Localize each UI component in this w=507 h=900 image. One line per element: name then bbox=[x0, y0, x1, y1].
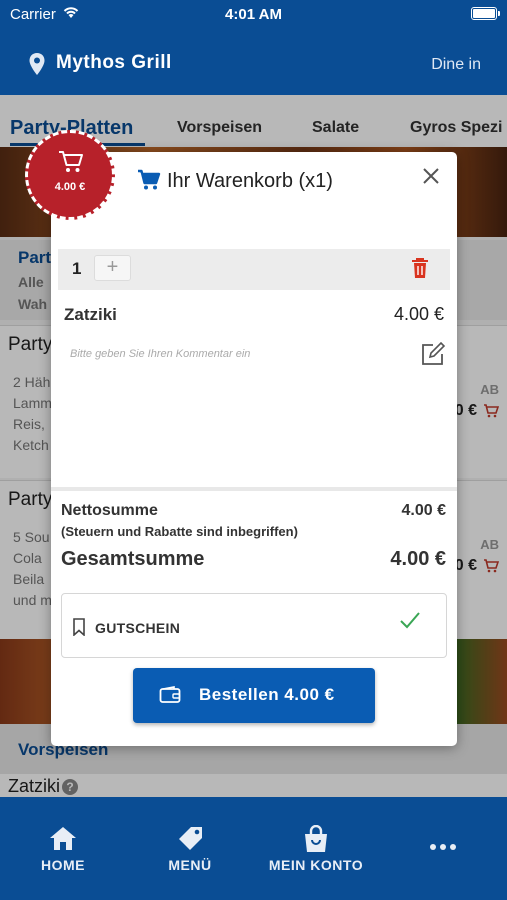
cart-item-price: 4.00 € bbox=[393, 304, 444, 324]
nav-account[interactable]: MEIN KONTO bbox=[253, 797, 379, 900]
bag-icon bbox=[305, 825, 327, 852]
tax-note: (Steuern und Rabatte sind inbegriffen) bbox=[61, 524, 298, 539]
net-total-label: Nettosumme bbox=[61, 502, 158, 519]
close-icon[interactable] bbox=[420, 165, 442, 187]
cart-icon bbox=[59, 151, 83, 172]
nav-label: MEIN KONTO bbox=[268, 857, 364, 873]
battery-icon bbox=[471, 7, 500, 20]
bookmark-icon bbox=[73, 618, 85, 636]
cart-badge-price: 4.00 € bbox=[54, 181, 86, 193]
cart-icon bbox=[138, 169, 161, 190]
edit-icon[interactable] bbox=[420, 341, 446, 367]
comment-input[interactable]: Bitte geben Sie Ihren Kommentar ein bbox=[70, 348, 250, 360]
nav-more[interactable] bbox=[380, 797, 506, 900]
quantity-value: 1 bbox=[72, 259, 82, 278]
tag-icon bbox=[179, 827, 202, 850]
cart-title: Ihr Warenkorb (x1) bbox=[167, 170, 333, 192]
wallet-icon bbox=[159, 686, 181, 703]
grand-total-value: 4.00 € bbox=[390, 548, 446, 570]
location-pin-icon[interactable] bbox=[28, 52, 46, 76]
coupon-label: GUTSCHEIN bbox=[95, 620, 181, 636]
cart-item-name: Zatziki bbox=[64, 305, 117, 324]
check-icon[interactable] bbox=[399, 610, 421, 630]
status-bar: Carrier 4:01 AM bbox=[0, 0, 507, 30]
quantity-row: 1 + bbox=[58, 249, 450, 290]
grand-total-label: Gesamtsumme bbox=[61, 548, 205, 570]
restaurant-name[interactable]: Mythos Grill bbox=[56, 52, 172, 74]
cart-badge[interactable]: 4.00 € bbox=[25, 130, 115, 220]
status-time: 4:01 AM bbox=[225, 6, 282, 23]
order-button[interactable]: Bestellen 4.00 € bbox=[133, 668, 375, 723]
net-total-value: 4.00 € bbox=[401, 502, 446, 519]
more-icon bbox=[430, 844, 456, 850]
bottom-navigation: HOME MENÜ MEIN KONTO bbox=[0, 797, 507, 900]
order-button-label: Bestellen 4.00 € bbox=[199, 685, 335, 704]
nav-label: HOME bbox=[41, 857, 85, 873]
coupon-field[interactable]: GUTSCHEIN bbox=[61, 593, 447, 658]
nav-menu[interactable]: MENÜ bbox=[127, 797, 253, 900]
divider bbox=[51, 487, 457, 491]
trash-icon[interactable] bbox=[411, 257, 429, 279]
dine-mode-toggle[interactable]: Dine in bbox=[431, 56, 481, 74]
nav-label: MENÜ bbox=[168, 857, 212, 873]
home-icon bbox=[50, 827, 76, 850]
app-header: Carrier 4:01 AM Mythos Grill Dine in bbox=[0, 0, 507, 95]
cart-badge-circle bbox=[25, 130, 115, 220]
nav-home[interactable]: HOME bbox=[0, 797, 126, 900]
cart-modal: Ihr Warenkorb (x1) 1 + Zatziki 4.00 € Bi… bbox=[51, 152, 457, 746]
increase-quantity-button[interactable]: + bbox=[94, 255, 131, 281]
